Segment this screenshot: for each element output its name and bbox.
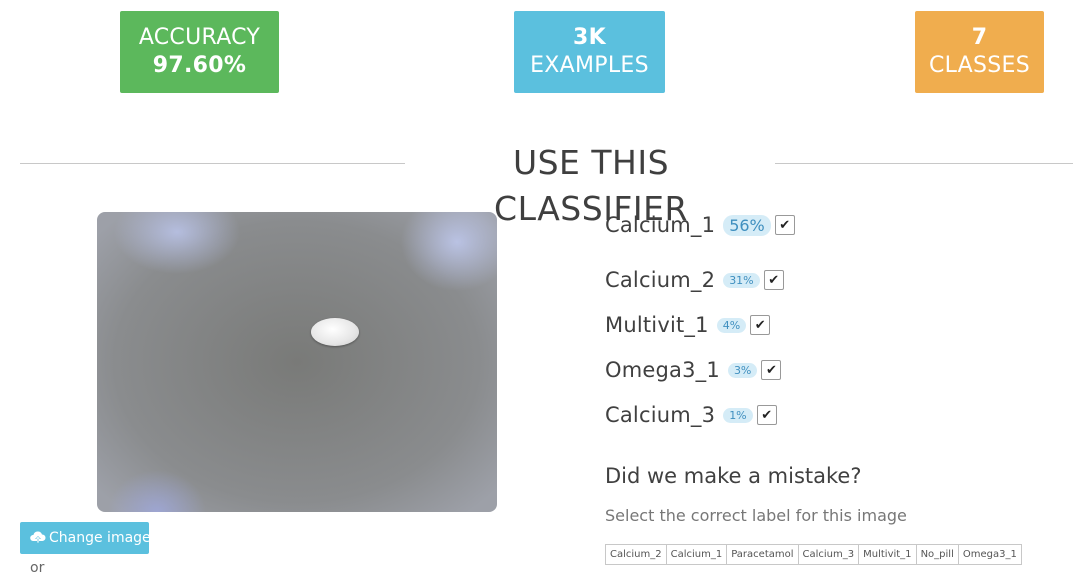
prediction-label: Omega3_1 xyxy=(605,358,720,382)
classified-image xyxy=(97,212,497,512)
check-icon: ✔ xyxy=(761,407,773,423)
label-option-button[interactable]: Calcium_1 xyxy=(665,544,728,565)
prediction-item: Omega3_1 3% ✔ xyxy=(605,356,782,384)
change-image-label: Change image xyxy=(49,530,151,546)
accuracy-value: 97.60% xyxy=(152,53,247,78)
accuracy-stat: ACCURACY 97.60% xyxy=(120,11,279,93)
correct-label-options: Calcium_2 Calcium_1 Paracetamol Calcium_… xyxy=(605,544,1022,565)
examples-label: EXAMPLES xyxy=(530,53,649,78)
classes-stat: 7 CLASSES xyxy=(915,11,1044,93)
prediction-label: Calcium_1 xyxy=(605,213,716,237)
confirm-checkbox[interactable]: ✔ xyxy=(761,360,782,380)
prediction-item: Calcium_3 1% ✔ xyxy=(605,401,777,429)
confirm-checkbox[interactable]: ✔ xyxy=(763,270,784,290)
check-icon: ✔ xyxy=(765,362,777,378)
prediction-percent-badge: 4% xyxy=(716,317,747,333)
accuracy-label: ACCURACY xyxy=(138,25,261,50)
label-option-button[interactable]: Omega3_1 xyxy=(957,544,1022,565)
label-option-button[interactable]: No_pill xyxy=(915,544,959,565)
label-option-button[interactable]: Calcium_3 xyxy=(797,544,860,565)
examples-stat: 3K EXAMPLES xyxy=(514,11,665,93)
classes-label: CLASSES xyxy=(928,53,1031,78)
examples-value: 3K xyxy=(573,25,606,50)
prediction-item: Multivit_1 4% ✔ xyxy=(605,311,771,339)
mistake-hint: Select the correct label for this image xyxy=(605,506,907,525)
prediction-percent-badge: 1% xyxy=(723,407,753,423)
confirm-checkbox[interactable]: ✔ xyxy=(774,215,795,235)
or-text: or xyxy=(30,560,45,576)
prediction-percent-badge: 56% xyxy=(723,214,771,236)
label-option-button[interactable]: Paracetamol xyxy=(726,544,799,565)
pill-object xyxy=(311,318,359,346)
check-icon: ✔ xyxy=(768,272,780,288)
prediction-label: Calcium_2 xyxy=(605,268,716,292)
prediction-percent-badge: 3% xyxy=(727,362,758,378)
label-option-button[interactable]: Calcium_2 xyxy=(605,544,667,565)
prediction-label: Calcium_3 xyxy=(605,403,716,427)
confirm-checkbox[interactable]: ✔ xyxy=(750,315,771,335)
check-icon: ✔ xyxy=(779,217,791,233)
prediction-item: Calcium_1 56% ✔ xyxy=(605,211,795,239)
mistake-heading: Did we make a mistake? xyxy=(605,464,862,488)
check-icon: ✔ xyxy=(754,317,766,333)
label-option-button[interactable]: Multivit_1 xyxy=(858,544,917,565)
confirm-checkbox[interactable]: ✔ xyxy=(756,405,777,425)
divider-right xyxy=(775,163,1073,164)
prediction-percent-badge: 31% xyxy=(723,272,760,288)
section-heading: USE THIS CLASSIFIER xyxy=(20,140,1073,228)
prediction-label: Multivit_1 xyxy=(605,313,709,337)
change-image-button[interactable]: Change image xyxy=(20,522,151,554)
classes-value: 7 xyxy=(971,25,988,50)
prediction-item: Calcium_2 31% ✔ xyxy=(605,266,784,294)
cloud-upload-icon xyxy=(30,531,46,543)
divider-left xyxy=(20,163,405,164)
